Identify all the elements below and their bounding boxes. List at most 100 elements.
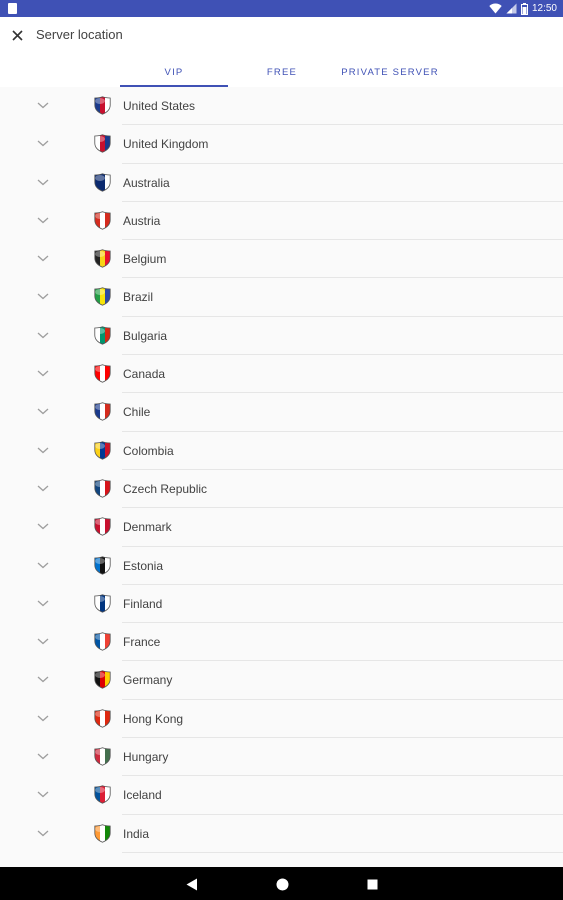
chevron-down-icon[interactable] [36,483,50,493]
chevron-down-icon[interactable] [36,636,50,646]
country-name: India [123,826,150,841]
flag-icon [94,517,111,536]
chevron-down-icon[interactable] [36,521,50,531]
home-circle-icon [276,878,288,890]
flag-icon [94,594,111,613]
list-item[interactable]: Belgium [0,240,563,279]
list-item[interactable]: Germany [0,661,563,700]
flag-icon [94,824,111,843]
chevron-down-icon[interactable] [36,828,50,838]
country-name: Hong Kong [123,711,184,726]
chevron-down-icon[interactable] [36,368,50,378]
chevron-down-icon[interactable] [36,330,50,340]
flag-icon [94,555,111,575]
recents-button[interactable] [364,876,380,892]
chevron-down-icon[interactable] [36,138,50,148]
back-triangle-icon [186,878,197,890]
tab-vip[interactable]: VIP [120,57,228,87]
chevron-down-icon[interactable] [36,598,50,608]
chevron-down-icon[interactable] [36,751,50,761]
flag-icon [94,134,111,153]
chevron-down-icon[interactable] [36,560,50,570]
country-name: United States [123,99,196,113]
country-name: Czech Republic [123,481,208,496]
chevron-down-icon[interactable] [36,177,50,187]
list-item[interactable]: Colombia [0,432,563,470]
notification-icon [8,3,17,14]
list-item[interactable]: Denmark [0,508,563,547]
list-item[interactable]: Austria [0,202,563,241]
status-icons: 12:50 [489,1,557,16]
list-item[interactable]: Estonia [0,547,563,585]
country-name: Canada [123,367,166,382]
recents-square-icon [367,879,377,889]
flag-icon [94,709,111,728]
signal-icon [506,3,517,14]
back-button[interactable] [184,876,200,892]
flag-icon [94,479,111,498]
list-item[interactable]: Australia [0,164,563,202]
app-bar: Server location VIP FREE PRIVATE SERVER [0,17,563,87]
country-name: Colombia [123,443,174,458]
list-item[interactable]: Hong Kong [0,700,563,739]
tab-bar: VIP FREE PRIVATE SERVER [120,57,444,87]
flag-icon [94,747,111,766]
flag-icon [94,670,111,690]
country-name: Australia [123,175,170,190]
country-name: Iceland [123,788,162,803]
flag-icon [94,96,111,115]
list-item[interactable]: Hungary [0,738,563,777]
country-name: Bulgaria [123,328,168,343]
flag-icon [94,402,111,422]
navigation-bar [0,867,563,900]
country-name: Finland [123,596,163,611]
list-item[interactable]: Brazil [0,278,563,317]
list-item[interactable]: Finland [0,585,563,624]
chevron-down-icon[interactable] [36,291,50,301]
flag-icon [94,364,111,383]
list-item[interactable]: Canada [0,355,563,394]
chevron-down-icon[interactable] [36,253,50,263]
list-item[interactable]: Bulgaria [0,317,563,356]
list-item[interactable]: Chile [0,393,563,432]
tab-free[interactable]: FREE [228,57,336,87]
country-name: Chile [123,405,151,420]
flag-icon [94,326,111,345]
chevron-down-icon[interactable] [36,674,50,684]
list-item[interactable]: Iceland [0,776,563,815]
country-name: Estonia [123,558,164,573]
list-item[interactable]: United States [0,87,563,126]
flag-icon [94,632,111,651]
chevron-down-icon[interactable] [36,789,50,799]
tab-private-server[interactable]: PRIVATE SERVER [336,57,444,87]
country-name: Belgium [123,252,167,267]
country-name: Brazil [123,290,154,305]
chevron-down-icon[interactable] [36,713,50,723]
divider [122,851,563,853]
flag-icon [94,249,111,268]
country-name: Denmark [123,520,172,535]
chevron-down-icon[interactable] [36,215,50,225]
flag-icon [94,785,111,804]
list-item[interactable]: India [0,815,563,853]
country-name: Germany [123,673,173,688]
list-item[interactable]: United Kingdom [0,125,563,164]
chevron-down-icon[interactable] [36,100,50,110]
close-button[interactable] [6,24,28,46]
list-item[interactable]: Czech Republic [0,470,563,509]
flag-icon [94,172,111,192]
close-icon [11,29,23,41]
server-list[interactable]: United States United Kingdom Australia Aust… [0,87,563,867]
chevron-down-icon[interactable] [36,406,50,416]
status-bar: 12:50 [0,0,563,17]
list-item[interactable]: France [0,623,563,662]
home-button[interactable] [274,876,290,892]
country-name: France [123,635,161,650]
country-name: Austria [123,213,161,228]
chevron-down-icon[interactable] [36,445,50,455]
country-name: United Kingdom [123,137,209,152]
flag-icon [94,441,111,460]
page-title: Server location [36,27,123,42]
status-time: 12:50 [531,3,557,14]
battery-icon [520,2,528,15]
